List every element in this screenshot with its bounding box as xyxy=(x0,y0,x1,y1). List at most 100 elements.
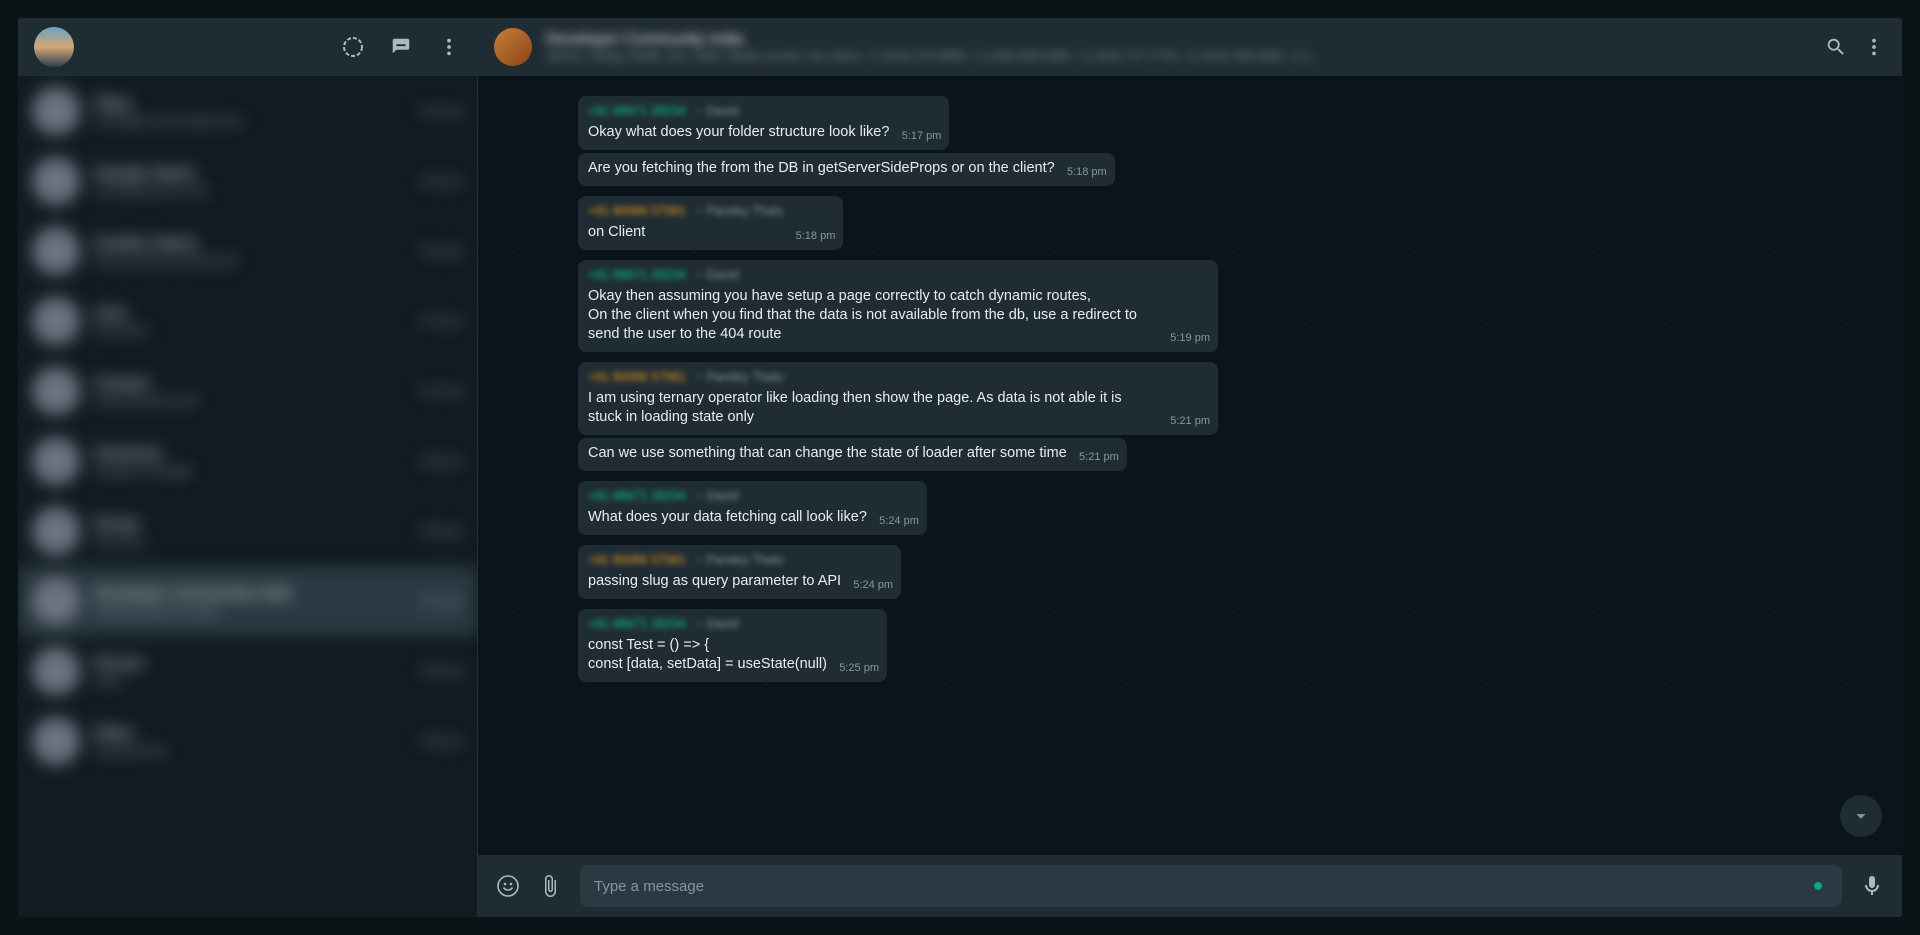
message-sender-row: +91 98671 28234 ~ David xyxy=(588,615,827,634)
message-alias: ~ Pandey Thalu xyxy=(696,551,784,570)
chat-time: 5:20 pm xyxy=(420,174,463,188)
message-row: Are you fetching the from the DB in getS… xyxy=(578,153,1802,186)
chat-name: Sample Name xyxy=(94,165,406,183)
message-time: 5:21 pm xyxy=(1079,448,1119,467)
message-sender: +91 80086 57581 xyxy=(588,368,686,387)
chat-info: Another Name lorem ipsum preview text xyxy=(94,235,406,268)
chat-name: Group xyxy=(94,515,406,533)
composer xyxy=(478,855,1902,917)
chat-preview: emoji preview text xyxy=(94,393,406,408)
chat-avatar xyxy=(32,297,80,345)
message-sender-row: +91 98671 28234 ~ David xyxy=(588,487,867,506)
mic-icon[interactable] xyxy=(1860,874,1884,898)
message-alias: ~ David xyxy=(696,487,739,506)
group-title: Developer Community India xyxy=(546,31,1810,49)
chat-list-item[interactable]: Developer Community India passing slug a… xyxy=(18,566,477,636)
message-bubble[interactable]: Are you fetching the from the DB in getS… xyxy=(578,153,1115,186)
chat-info: Other msg preview xyxy=(94,725,406,758)
scroll-to-bottom-button[interactable] xyxy=(1840,795,1882,837)
chat-time: 5:24 pm xyxy=(420,104,463,118)
message-text: Can we use something that can change the… xyxy=(588,444,1067,463)
chat-time: 5:15 pm xyxy=(420,314,463,328)
message-bubble[interactable]: +91 80086 57581 ~ Pandey Thalu passing s… xyxy=(578,545,901,599)
chat-list-item[interactable]: Other msg preview 4:35 pm xyxy=(18,706,477,776)
message-sender-row: +91 80086 57581 ~ Pandey Thalu xyxy=(588,551,841,570)
chat-info: Developer Community India passing slug a… xyxy=(94,585,406,618)
message-sender-row: +91 80086 57581 ~ Pandey Thalu xyxy=(588,368,1158,387)
message-sender: +91 98671 28234 xyxy=(588,266,686,285)
message-bubble[interactable]: Can we use something that can change the… xyxy=(578,438,1127,471)
chat-name: User xyxy=(94,305,406,323)
chat-time: 5:10 pm xyxy=(420,384,463,398)
message-bubble[interactable]: +91 80086 57581 ~ Pandey Thalu I am usin… xyxy=(578,362,1218,435)
chat-list-item[interactable]: Someone sample message 5:05 pm xyxy=(18,426,477,496)
message-time: 5:25 pm xyxy=(839,659,879,678)
message-bubble[interactable]: +91 80086 57581 ~ Pandey Thalu on Client… xyxy=(578,196,843,250)
message-alias: ~ David xyxy=(696,102,739,121)
chat-list-item[interactable]: Person hello 4:40 pm xyxy=(18,636,477,706)
message-time: 5:24 pm xyxy=(879,512,919,531)
message-bubble[interactable]: +91 98671 28234 ~ David Okay what does y… xyxy=(578,96,949,150)
group-avatar[interactable] xyxy=(494,28,532,66)
message-row: +91 80086 57581 ~ Pandey Thalu on Client… xyxy=(578,196,1802,250)
message-bubble[interactable]: +91 98671 28234 ~ David What does your d… xyxy=(578,481,927,535)
app-container: Okay message text sample one 5:24 pm Sam… xyxy=(18,18,1902,917)
chat-avatar xyxy=(32,717,80,765)
message-sender: +91 98671 28234 xyxy=(588,615,686,634)
chat-avatar xyxy=(32,507,80,555)
chat-header[interactable]: Developer Community India names, chirag,… xyxy=(478,18,1902,76)
chat-name: Another Name xyxy=(94,235,406,253)
sidebar-header xyxy=(18,18,477,76)
chat-list-item[interactable]: Sample Name something here text 5:20 pm xyxy=(18,146,477,216)
chat-list[interactable]: Okay message text sample one 5:24 pm Sam… xyxy=(18,76,477,917)
chat-preview: passing slug as query xyxy=(94,603,406,618)
search-icon[interactable] xyxy=(1824,35,1848,59)
chat-info: Person hello xyxy=(94,655,406,688)
message-alias: ~ Pandey Thalu xyxy=(696,368,784,387)
chat-time: 4:58 pm xyxy=(420,524,463,538)
message-text: on Client xyxy=(588,223,783,242)
message-sender: +91 98671 28234 xyxy=(588,102,686,121)
chat-avatar xyxy=(32,367,80,415)
messages-area[interactable]: +91 98671 28234 ~ David Okay what does y… xyxy=(478,76,1902,855)
chat-preview: something here text xyxy=(94,183,406,198)
user-avatar[interactable] xyxy=(34,27,74,67)
chat-name: Person xyxy=(94,655,406,673)
chat-info: Contact emoji preview text xyxy=(94,375,406,408)
chat-list-item[interactable]: Another Name lorem ipsum preview text 5:… xyxy=(18,216,477,286)
chat-info: Sample Name something here text xyxy=(94,165,406,198)
chat-list-item[interactable]: User hey there 5:15 pm xyxy=(18,286,477,356)
emoji-icon[interactable] xyxy=(496,874,520,898)
message-text: Are you fetching the from the DB in getS… xyxy=(588,159,1055,178)
chat-time: 4:40 pm xyxy=(420,664,463,678)
message-row: +91 98671 28234 ~ David Okay then assumi… xyxy=(578,260,1802,352)
message-row: +91 80086 57581 ~ Pandey Thalu passing s… xyxy=(578,545,1802,599)
message-sender: +91 80086 57581 xyxy=(588,551,686,570)
message-time: 5:19 pm xyxy=(1170,329,1210,348)
message-text: passing slug as query parameter to API xyxy=(588,572,841,591)
chat-list-item[interactable]: Contact emoji preview text 5:10 pm xyxy=(18,356,477,426)
chat-info: User hey there xyxy=(94,305,406,338)
message-text: I am using ternary operator like loading… xyxy=(588,389,1158,427)
new-chat-icon[interactable] xyxy=(389,35,413,59)
chat-avatar xyxy=(32,577,80,625)
message-bubble[interactable]: +91 98671 28234 ~ David const Test = () … xyxy=(578,609,887,682)
sidebar: Okay message text sample one 5:24 pm Sam… xyxy=(18,18,478,917)
message-time: 5:24 pm xyxy=(853,576,893,595)
chat-name: Contact xyxy=(94,375,406,393)
chat-list-item[interactable]: Okay message text sample one 5:24 pm xyxy=(18,76,477,146)
chat-menu-icon[interactable] xyxy=(1862,35,1886,59)
status-icon[interactable] xyxy=(341,35,365,59)
message-bubble[interactable]: +91 98671 28234 ~ David Okay then assumi… xyxy=(578,260,1218,352)
message-row: +91 98671 28234 ~ David What does your d… xyxy=(578,481,1802,535)
message-input[interactable] xyxy=(594,878,1814,895)
header-text: Developer Community India names, chirag,… xyxy=(546,31,1810,63)
attach-icon[interactable] xyxy=(538,874,562,898)
chat-list-item[interactable]: Group text here 4:58 pm xyxy=(18,496,477,566)
chat-avatar xyxy=(32,437,80,485)
message-row: +91 98671 28234 ~ David Okay what does y… xyxy=(578,96,1802,150)
menu-icon[interactable] xyxy=(437,35,461,59)
message-alias: ~ David xyxy=(696,615,739,634)
chat-preview: message text sample one xyxy=(94,113,406,128)
chat-name: Developer Community India xyxy=(94,585,406,603)
